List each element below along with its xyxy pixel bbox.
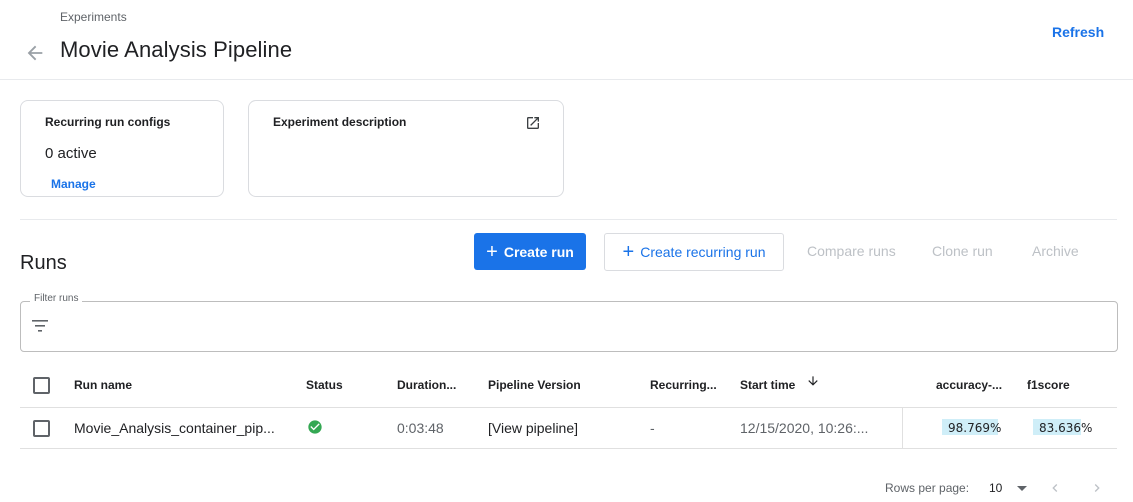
column-header-pipeline-version[interactable]: Pipeline Version — [488, 378, 581, 392]
runs-title: Runs — [20, 252, 67, 274]
back-arrow-icon[interactable] — [24, 42, 46, 64]
section-divider — [20, 219, 1117, 220]
chevron-left-icon[interactable] — [1047, 480, 1063, 496]
select-all-checkbox[interactable] — [33, 377, 50, 394]
create-run-label: Create run — [503, 243, 574, 260]
rows-per-page-value: 10 — [989, 481, 1003, 495]
metric-column-divider — [902, 408, 903, 448]
plus-icon: + — [622, 241, 635, 263]
experiment-description-card: Experiment description — [248, 100, 564, 197]
dropdown-caret-icon — [1017, 486, 1027, 491]
run-duration: 0:03:48 — [397, 420, 444, 436]
card-title: Recurring run configs — [45, 115, 171, 129]
column-header-run-name[interactable]: Run name — [74, 378, 132, 392]
row-checkbox[interactable] — [33, 420, 50, 437]
column-header-recurring[interactable]: Recurring... — [650, 378, 717, 392]
breadcrumb[interactable]: Experiments — [60, 10, 127, 24]
rows-per-page-select[interactable]: 10 — [989, 480, 1031, 496]
rows-per-page-label: Rows per page: — [885, 481, 970, 495]
column-header-status[interactable]: Status — [306, 378, 343, 392]
filter-runs-input[interactable] — [20, 301, 1118, 352]
chevron-right-icon[interactable] — [1089, 480, 1105, 496]
create-run-button[interactable]: + Create run — [474, 233, 586, 270]
refresh-button[interactable]: Refresh — [1040, 22, 1116, 42]
manage-link[interactable]: Manage — [51, 177, 96, 191]
recurring-run-configs-card: Recurring run configs 0 active Manage — [20, 100, 224, 197]
active-count: 0 active — [45, 145, 97, 162]
header-divider — [0, 79, 1133, 80]
card-title: Experiment description — [273, 115, 407, 129]
filter-runs-label: Filter runs — [30, 293, 83, 304]
accuracy-value: 98.769% — [948, 421, 1002, 435]
run-name-link[interactable]: Movie_Analysis_container_pip... — [74, 420, 275, 436]
check-circle-icon — [307, 419, 323, 435]
f1score-value: 83.636% — [1039, 421, 1093, 435]
column-header-accuracy[interactable]: accuracy-... — [936, 378, 1002, 392]
create-recurring-run-label: Create recurring run — [640, 244, 766, 260]
table-row-divider — [20, 448, 1117, 449]
run-recurring: - — [650, 420, 655, 436]
column-header-start-time[interactable]: Start time — [740, 378, 795, 392]
plus-icon: + — [486, 240, 498, 263]
arrow-down-icon[interactable] — [806, 374, 820, 388]
create-recurring-run-button[interactable]: + Create recurring run — [604, 233, 784, 271]
compare-runs-button[interactable]: Compare runs — [807, 243, 896, 259]
column-header-duration[interactable]: Duration... — [397, 378, 456, 392]
filter-icon[interactable] — [30, 318, 50, 334]
clone-run-button[interactable]: Clone run — [932, 243, 993, 259]
run-start-time: 12/15/2020, 10:26:... — [740, 420, 869, 436]
column-header-f1score[interactable]: f1score — [1027, 378, 1070, 392]
open-in-new-icon[interactable] — [525, 115, 541, 131]
archive-button[interactable]: Archive — [1032, 243, 1079, 259]
page-title: Movie Analysis Pipeline — [60, 37, 293, 62]
table-header-divider — [20, 407, 1117, 408]
view-pipeline-link[interactable]: [View pipeline] — [488, 420, 578, 436]
